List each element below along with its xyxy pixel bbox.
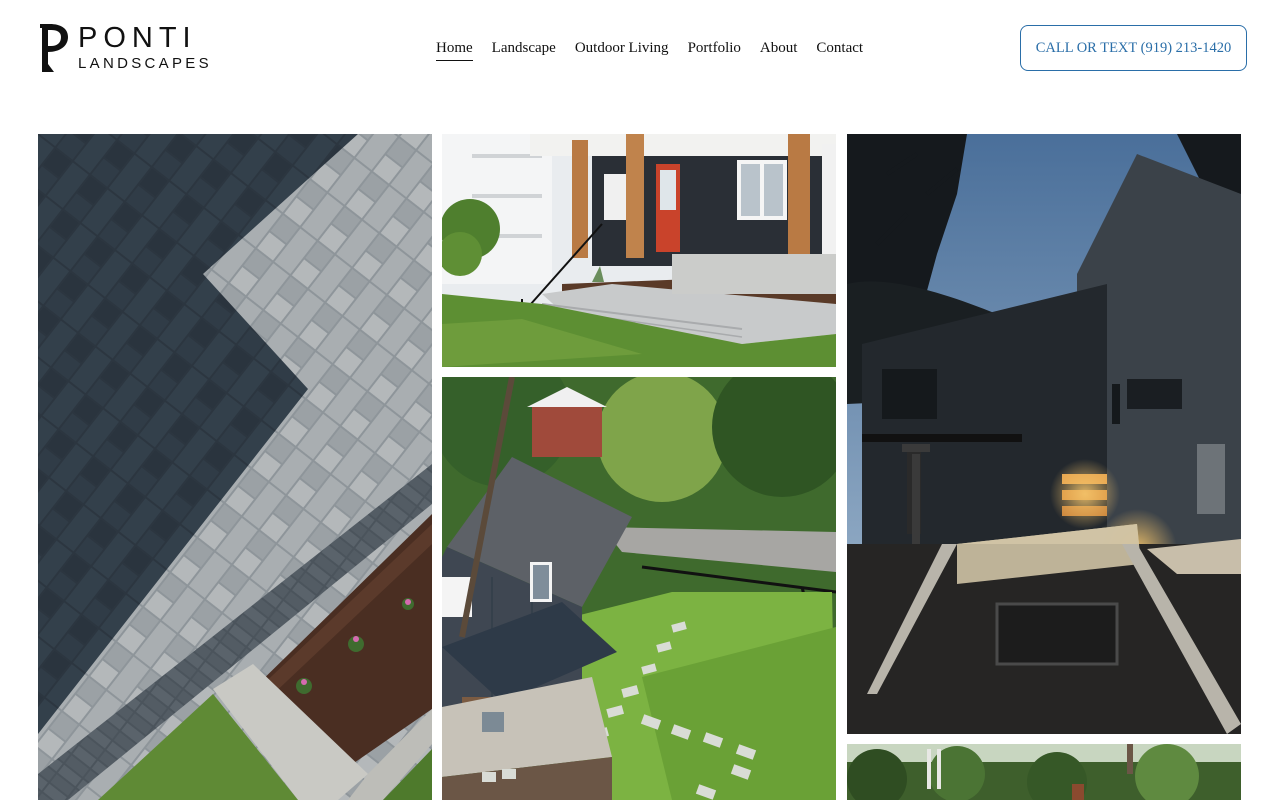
garden-photo[interactable] bbox=[847, 744, 1241, 800]
paver-patio-photo[interactable] bbox=[38, 134, 432, 800]
site-logo[interactable]: PONTI LANDSCAPES bbox=[38, 22, 218, 76]
site-header: PONTI LANDSCAPES Home Landscape Outdoor … bbox=[0, 0, 1280, 100]
nav-landscape[interactable]: Landscape bbox=[492, 39, 556, 61]
nav-portfolio[interactable]: Portfolio bbox=[688, 39, 741, 61]
backyard-aerial-photo[interactable] bbox=[442, 377, 836, 800]
call-or-text-button[interactable]: CALL OR TEXT (919) 213-1420 bbox=[1020, 25, 1247, 71]
logo-wordmark: PONTI bbox=[78, 22, 197, 54]
ponti-p-monogram-icon bbox=[40, 24, 68, 72]
photo-gallery bbox=[0, 134, 1280, 800]
nav-about[interactable]: About bbox=[760, 39, 798, 61]
front-porch-stone-wall-photo[interactable] bbox=[442, 134, 836, 367]
nav-home[interactable]: Home bbox=[436, 39, 473, 61]
night-lighting-patio-photo[interactable] bbox=[847, 134, 1241, 734]
nav-outdoor-living[interactable]: Outdoor Living bbox=[575, 39, 669, 61]
nav-contact[interactable]: Contact bbox=[816, 39, 863, 61]
main-nav: Home Landscape Outdoor Living Portfolio … bbox=[436, 39, 882, 61]
logo-tagline: LANDSCAPES bbox=[78, 55, 212, 72]
